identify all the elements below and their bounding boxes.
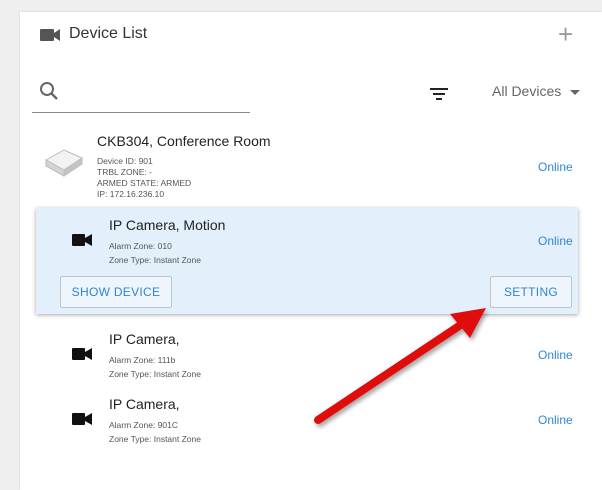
zone-type: Zone Type: Instant Zone <box>109 434 201 444</box>
device-name: CKB304, Conference Room <box>97 133 271 149</box>
trbl-zone: TRBL ZONE: - <box>97 167 152 177</box>
zone-type: Zone Type: Instant Zone <box>109 369 201 379</box>
page-title: Device List <box>69 25 148 42</box>
armed-state: ARMED STATE: ARMED <box>97 178 192 188</box>
list-item-selected[interactable]: IP Camera, Motion Alarm Zone: 010 Zone T… <box>36 208 578 314</box>
device-name: IP Camera, <box>109 331 180 347</box>
setting-button[interactable]: SETTING <box>490 276 572 308</box>
show-device-button[interactable]: SHOW DEVICE <box>60 276 172 308</box>
status-badge: Online <box>538 160 573 174</box>
status-badge: Online <box>538 348 573 362</box>
add-device-button[interactable]: + <box>558 21 573 47</box>
device-name: IP Camera, <box>109 396 180 412</box>
search-input[interactable] <box>68 80 250 108</box>
alarm-zone: Alarm Zone: 111b <box>109 355 176 365</box>
chevron-down-icon[interactable] <box>570 90 580 95</box>
video-camera-icon <box>72 413 92 425</box>
filter-icon[interactable] <box>430 87 448 101</box>
search-icon <box>40 82 58 100</box>
device-name: IP Camera, Motion <box>109 217 226 233</box>
device-id: Device ID: 901 <box>97 156 153 166</box>
video-camera-icon <box>40 29 60 41</box>
status-badge: Online <box>538 413 573 427</box>
keypad-device-icon <box>44 149 84 177</box>
video-camera-icon <box>72 348 92 360</box>
search-field[interactable] <box>32 78 250 113</box>
video-camera-icon <box>72 234 92 246</box>
device-filter-dropdown[interactable]: All Devices <box>492 83 561 99</box>
device-list-panel: Device List + All Devices CKB304, Confer… <box>20 12 602 490</box>
zone-type: Zone Type: Instant Zone <box>109 255 201 265</box>
ip-address: IP: 172.16.236.10 <box>97 189 165 199</box>
alarm-zone: Alarm Zone: 901C <box>109 420 178 430</box>
alarm-zone: Alarm Zone: 010 <box>109 241 172 251</box>
status-badge: Online <box>538 234 573 248</box>
